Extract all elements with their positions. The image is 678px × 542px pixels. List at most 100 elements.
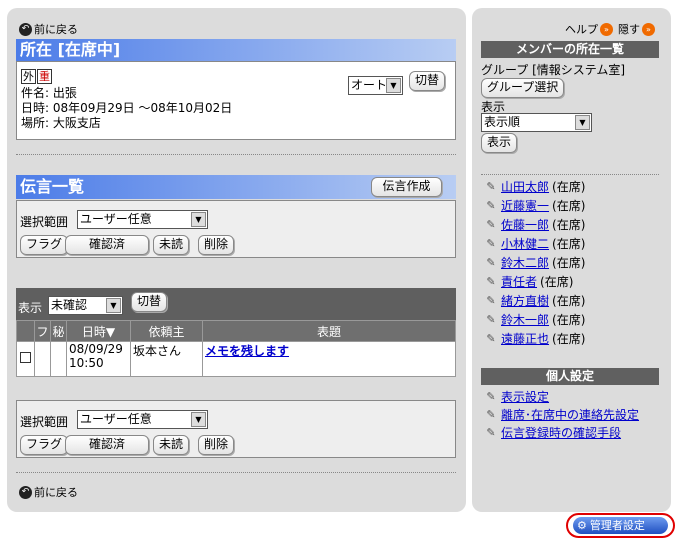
personal-item: ✎ 離席･在席中の連絡先設定 xyxy=(484,406,639,423)
member-status: (在席) xyxy=(552,199,586,213)
divider xyxy=(481,174,659,175)
pencil-icon: ✎ xyxy=(486,408,496,421)
col-flag[interactable]: フ xyxy=(34,320,51,342)
status-datetime: 日時: 08年09月29日 ～08年10月02日 xyxy=(21,101,233,115)
heavy-tag: 重 xyxy=(37,69,52,84)
row-time: 10:50 xyxy=(69,356,104,370)
group-label: グループ [情報システム室] xyxy=(481,63,626,77)
member-status: (在席) xyxy=(552,256,586,270)
status-box: 外 重 オート ▼ 切替 件名: 出張 日時: 08年09月29日 ～08年10月… xyxy=(16,61,456,140)
delete-button[interactable]: 削除 xyxy=(198,235,235,255)
bottom-range-select[interactable]: ユーザー任意 ▼ xyxy=(77,410,208,429)
admin-settings-button[interactable]: ⚙ 管理者設定 xyxy=(573,517,668,534)
members-title: メンバーの所在一覧 xyxy=(481,41,659,58)
member-link[interactable]: 鈴木二郎 xyxy=(501,254,549,271)
range-select[interactable]: ユーザー任意 ▼ xyxy=(77,210,208,229)
col-secret[interactable]: 秘 xyxy=(50,320,67,342)
messages-action-box: 選択範囲 ユーザー任意 ▼ フラグ 確認済 未読 削除 xyxy=(16,200,456,258)
back-arrow-icon: ↶ xyxy=(19,485,32,499)
display-button[interactable]: 表示 xyxy=(481,133,518,153)
pencil-icon: ✎ xyxy=(486,256,496,269)
member-link[interactable]: 遠藤正也 xyxy=(501,330,549,347)
member-item: ✎ 緒方直樹 (在席) xyxy=(484,292,585,309)
col-title[interactable]: 表題 xyxy=(202,320,456,342)
bottom-flag-button[interactable]: フラグ xyxy=(20,435,69,455)
personal-settings-title: 個人設定 xyxy=(481,368,659,385)
bottom-delete-button[interactable]: 削除 xyxy=(198,435,235,455)
help-arrow-icon[interactable]: » xyxy=(600,22,613,36)
pencil-icon: ✎ xyxy=(486,199,496,212)
status-switch-button[interactable]: 切替 xyxy=(409,71,446,91)
row-title-link[interactable]: メモを残します xyxy=(205,344,289,358)
back-link-label: 前に戻る xyxy=(34,23,78,36)
contact-settings-link[interactable]: 離席･在席中の連絡先設定 xyxy=(501,406,639,423)
row-requester: 坂本さん xyxy=(130,341,203,377)
personal-item: ✎ 伝言登録時の確認手段 xyxy=(484,424,621,441)
main-panel: ↶ 前に戻る 所在 [在席中] 外 重 オート ▼ 切替 件名: 出張 日時: 0… xyxy=(7,8,466,512)
pencil-icon: ✎ xyxy=(486,390,496,403)
bottom-confirmed-button[interactable]: 確認済 xyxy=(65,435,149,455)
member-link[interactable]: 鈴木一郎 xyxy=(501,311,549,328)
dropdown-arrow-icon: ▼ xyxy=(191,212,206,227)
range-label: 選択範囲 xyxy=(20,215,69,229)
member-link[interactable]: 近藤憲一 xyxy=(501,197,549,214)
table-header-row: フ 秘 日時▼ 依頼主 表題 xyxy=(16,320,456,342)
member-status: (在席) xyxy=(552,294,586,308)
col-date[interactable]: 日時▼ xyxy=(66,320,131,342)
group-select-button[interactable]: グループ選択 xyxy=(481,78,565,98)
pencil-icon: ✎ xyxy=(486,218,496,231)
flag-button[interactable]: フラグ xyxy=(20,235,69,255)
member-link[interactable]: 緒方直樹 xyxy=(501,292,549,309)
display-select[interactable]: 表示順 ▼ xyxy=(481,113,592,132)
member-status: (在席) xyxy=(552,332,586,346)
status-tags: 外 重 xyxy=(21,69,52,84)
help-link[interactable]: ヘルプ xyxy=(565,21,598,37)
table-row[interactable]: 08/09/29 10:50 坂本さん メモを残します xyxy=(16,341,456,377)
row-checkbox[interactable] xyxy=(20,352,31,363)
admin-settings-label: 管理者設定 xyxy=(589,519,645,532)
range-select-value: ユーザー任意 xyxy=(80,212,152,226)
filter-label: 表示 xyxy=(18,301,43,315)
member-item: ✎ 責任者 (在席) xyxy=(484,273,573,290)
filter-select[interactable]: 未確認 ▼ xyxy=(48,296,123,315)
member-status: (在席) xyxy=(540,275,574,289)
unread-button[interactable]: 未読 xyxy=(153,235,190,255)
divider xyxy=(16,472,456,473)
member-item: ✎ 鈴木一郎 (在席) xyxy=(484,311,585,328)
pencil-icon: ✎ xyxy=(486,275,496,288)
col-requester[interactable]: 依頼主 xyxy=(130,320,203,342)
confirmed-button[interactable]: 確認済 xyxy=(65,235,149,255)
bottom-unread-button[interactable]: 未読 xyxy=(153,435,190,455)
side-top-links: ヘルプ » 隠す » xyxy=(565,21,655,37)
side-panel: ヘルプ » 隠す » メンバーの所在一覧 グループ [情報システム室] グループ… xyxy=(472,8,671,512)
admin-icon: ⚙ xyxy=(577,519,587,532)
member-item: ✎ 鈴木二郎 (在席) xyxy=(484,254,585,271)
back-arrow-icon: ↶ xyxy=(19,22,32,36)
hide-link[interactable]: 隠す xyxy=(618,21,640,37)
member-item: ✎ 近藤憲一 (在席) xyxy=(484,197,585,214)
back-link-bottom[interactable]: ↶ 前に戻る xyxy=(19,484,78,500)
create-message-button[interactable]: 伝言作成 xyxy=(371,177,442,197)
pencil-icon: ✎ xyxy=(486,426,496,439)
display-settings-link[interactable]: 表示設定 xyxy=(501,388,549,405)
bottom-action-box: 選択範囲 ユーザー任意 ▼ フラグ 確認済 未読 削除 xyxy=(16,400,456,458)
hide-arrow-icon[interactable]: » xyxy=(642,22,655,36)
personal-item: ✎ 表示設定 xyxy=(484,388,549,405)
mode-select[interactable]: オート ▼ xyxy=(348,76,403,95)
member-item: ✎ 小林健二 (在席) xyxy=(484,235,585,252)
member-link[interactable]: 責任者 xyxy=(501,273,537,290)
confirm-method-link[interactable]: 伝言登録時の確認手段 xyxy=(501,424,621,441)
pencil-icon: ✎ xyxy=(486,237,496,250)
filter-switch-button[interactable]: 切替 xyxy=(131,292,168,312)
pencil-icon: ✎ xyxy=(486,332,496,345)
status-subject: 件名: 出張 xyxy=(21,86,77,100)
dropdown-arrow-icon: ▼ xyxy=(386,78,401,93)
member-status: (在席) xyxy=(552,237,586,251)
dropdown-arrow-icon: ▼ xyxy=(575,115,590,130)
member-link[interactable]: 佐藤一郎 xyxy=(501,216,549,233)
member-link[interactable]: 山田太郎 xyxy=(501,178,549,195)
row-date: 08/09/29 xyxy=(69,342,123,356)
member-link[interactable]: 小林健二 xyxy=(501,235,549,252)
back-link-top[interactable]: ↶ 前に戻る xyxy=(19,21,78,37)
member-item: ✎ 山田太郎 (在席) xyxy=(484,178,585,195)
